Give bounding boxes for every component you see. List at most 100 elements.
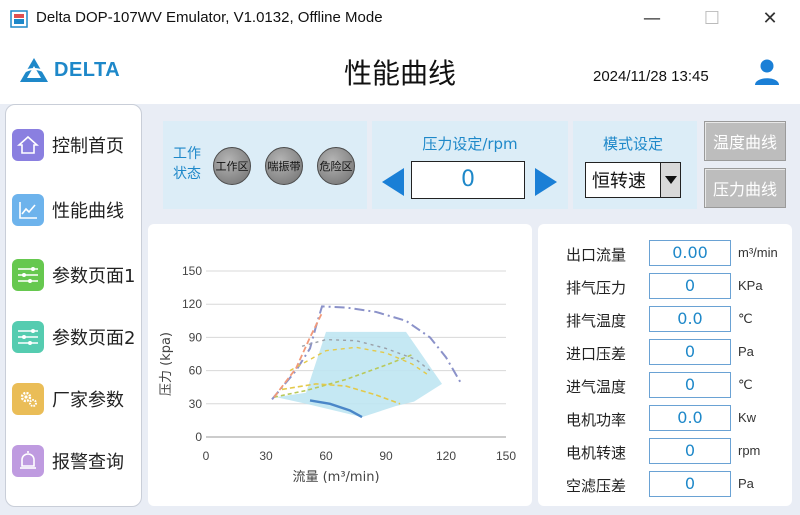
pressure-curve-button[interactable]: 压力曲线 [704, 168, 786, 208]
readout-row: 空滤压差 0 Pa [538, 471, 792, 499]
readout-unit: KPa [738, 278, 763, 293]
readout-unit: Pa [738, 344, 754, 359]
speed-value-input[interactable]: 0 [411, 161, 525, 199]
readout-unit: m³/min [738, 245, 778, 260]
status-button-label: 喘振带 [267, 160, 301, 173]
date-text: 2024/11/28 [593, 68, 667, 85]
readout-row: 电机功率 0.0 Kw [538, 405, 792, 433]
alarm-bell-icon [12, 445, 44, 477]
x-tick-label: 120 [436, 449, 456, 463]
sidebar-item-control-home[interactable]: 控制首页 [12, 125, 140, 165]
sidebar-item-params-2[interactable]: 参数页面2 [12, 317, 140, 357]
readout-unit: rpm [738, 443, 761, 458]
user-icon[interactable] [754, 58, 780, 86]
readout-label: 排气温度 [566, 312, 627, 330]
x-tick-label: 60 [319, 449, 333, 463]
readout-label: 空滤压差 [566, 477, 627, 495]
y-tick-label: 0 [195, 430, 202, 444]
pressure-setting-title: 压力设定/rpm [422, 135, 518, 153]
x-tick-label: 0 [203, 449, 210, 463]
mode-select[interactable]: 恒转速 [585, 162, 681, 198]
logo-text: DELTA [54, 59, 121, 81]
readout-value: 0.0 [649, 405, 731, 431]
window-title: Delta DOP-107WV Emulator, V1.0132, Offli… [36, 9, 383, 26]
sidebar-item-label: 参数页面1 [52, 266, 136, 287]
increase-arrow-icon[interactable] [535, 168, 557, 196]
y-tick-label: 60 [189, 364, 203, 378]
readout-value: 0 [649, 471, 731, 497]
readout-value: 0.0 [649, 306, 731, 332]
readout-unit: Pa [738, 476, 754, 491]
time-text: 13:45 [671, 68, 709, 85]
readout-value: 0 [649, 438, 731, 464]
sidebar-item-label: 性能曲线 [52, 201, 124, 222]
x-tick-label: 30 [259, 449, 273, 463]
readout-value: 0 [649, 339, 731, 365]
status-surge-band-button[interactable]: 喘振带 [265, 147, 303, 185]
status-danger-zone-button[interactable]: 危险区 [317, 147, 355, 185]
readout-label: 电机功率 [566, 411, 627, 429]
decrease-arrow-icon[interactable] [382, 168, 404, 196]
close-button[interactable]: ✕ [750, 6, 790, 32]
performance-chart-panel: 0 30 60 90 120 150 0 30 60 90 120 150 流量 (m³/min) 压力 … [148, 224, 532, 506]
readout-row: 排气温度 0.0 ℃ [538, 306, 792, 334]
status-work-zone-button[interactable]: 工作区 [213, 147, 251, 185]
sidebar-item-performance-curve[interactable]: 性能曲线 [12, 190, 140, 230]
list-icon [12, 259, 44, 291]
mode-select-value: 恒转速 [592, 171, 646, 192]
readout-row: 进气温度 0 ℃ [538, 372, 792, 400]
performance-chart: 0 30 60 90 120 150 0 30 60 90 120 150 流量 (m³/min) 压力 … [159, 264, 516, 485]
temperature-curve-button[interactable]: 温度曲线 [704, 121, 786, 161]
readout-unit: Kw [738, 410, 757, 425]
readout-label: 出口流量 [566, 246, 627, 264]
window-titlebar: Delta DOP-107WV Emulator, V1.0132, Offli… [0, 0, 800, 38]
status-button-label: 危险区 [319, 160, 353, 173]
readout-row: 出口流量 0.00 m³/min [538, 240, 792, 268]
sidebar-item-label: 参数页面2 [52, 328, 136, 349]
header: DELTA 性能曲线 2024/11/28 13:45 [0, 38, 800, 104]
delta-logo: DELTA [18, 56, 128, 86]
readout-value: 0 [649, 273, 731, 299]
datetime: 2024/11/28 13:45 [593, 68, 709, 85]
readout-row: 排气压力 0 KPa [538, 273, 792, 301]
gear-icon [12, 383, 44, 415]
readout-label: 排气压力 [566, 279, 627, 297]
sidebar-item-params-1[interactable]: 参数页面1 [12, 255, 140, 295]
sidebar-item-label: 控制首页 [52, 136, 124, 157]
readout-panel: 出口流量 0.00 m³/min 排气压力 0 KPa 排气温度 0.0 ℃ 进口压差 0 Pa 进气温… [538, 224, 792, 506]
app-icon [10, 10, 28, 28]
sidebar: 控制首页 性能曲线 参数页面1 参数页面2 厂家参数 报警查询 [5, 104, 142, 507]
readout-label: 进口压差 [566, 345, 627, 363]
x-tick-label: 90 [379, 449, 393, 463]
readout-row: 进口压差 0 Pa [538, 339, 792, 367]
sidebar-item-alarm-query[interactable]: 报警查询 [12, 441, 140, 481]
x-tick-label: 150 [496, 449, 516, 463]
y-tick-label: 30 [189, 397, 203, 411]
page-title: 性能曲线 [343, 57, 456, 90]
y-tick-label: 150 [182, 264, 202, 278]
y-axis-label: 压力 (kpa) [159, 332, 174, 396]
list-icon [12, 321, 44, 353]
y-tick-label: 120 [182, 297, 202, 311]
home-icon [12, 129, 44, 161]
x-axis-label: 流量 (m³/min) [292, 470, 379, 485]
sidebar-item-label: 报警查询 [52, 452, 124, 473]
readout-unit: ℃ [738, 311, 753, 326]
status-button-label: 工作区 [215, 160, 249, 173]
work-status-label: 工作状态 [173, 146, 201, 182]
readout-row: 电机转速 0 rpm [538, 438, 792, 466]
sidebar-item-factory-params[interactable]: 厂家参数 [12, 379, 140, 419]
readout-value: 0.00 [649, 240, 731, 266]
delta-logo-icon [20, 58, 48, 82]
minimize-button[interactable]: — [632, 6, 672, 32]
readout-unit: ℃ [738, 377, 753, 392]
readout-label: 电机转速 [566, 444, 627, 462]
sidebar-item-label: 厂家参数 [52, 390, 124, 411]
readout-label: 进气温度 [566, 378, 627, 396]
chart-line-icon [12, 194, 44, 226]
mode-setting-title: 模式设定 [602, 135, 663, 153]
readout-value: 0 [649, 372, 731, 398]
y-tick-label: 90 [189, 330, 203, 344]
chevron-down-icon[interactable] [660, 163, 680, 197]
maximize-button[interactable]: ☐ [692, 6, 732, 32]
